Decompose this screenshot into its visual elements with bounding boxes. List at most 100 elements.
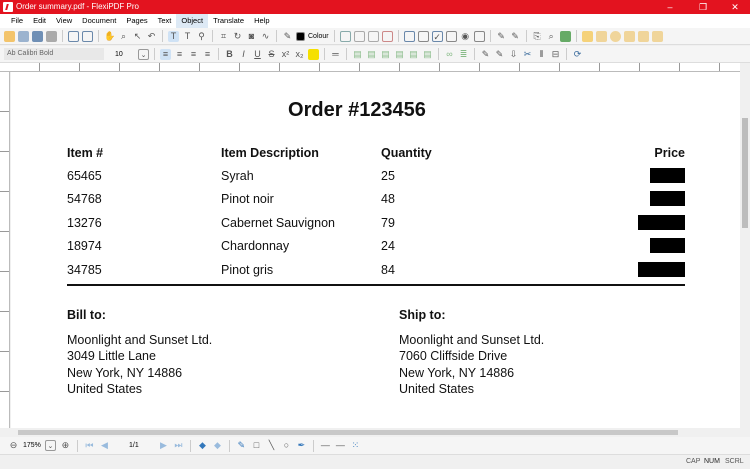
justify-icon[interactable]: ≡: [202, 49, 213, 60]
colour-button[interactable]: Colour: [308, 33, 329, 40]
arrange5-icon[interactable]: ▤: [408, 49, 419, 60]
vertical-scrollbar[interactable]: [740, 63, 750, 428]
eyedropper-icon[interactable]: ✎: [282, 31, 293, 42]
combo-icon[interactable]: [445, 30, 457, 42]
menu-file[interactable]: File: [6, 14, 28, 28]
rotate-icon[interactable]: ↻: [232, 31, 243, 42]
stamp-icon[interactable]: [623, 30, 635, 42]
font-size-dropdown-icon[interactable]: ⌄: [138, 48, 149, 60]
undo-icon[interactable]: ↶: [146, 31, 157, 42]
arrange6-icon[interactable]: ▤: [422, 49, 433, 60]
scrollbar-thumb[interactable]: [742, 118, 748, 228]
note2-icon[interactable]: [595, 30, 607, 42]
close-button[interactable]: ✕: [720, 0, 750, 14]
save-icon[interactable]: [18, 30, 29, 42]
strikethrough-icon[interactable]: S: [266, 49, 277, 60]
menu-object[interactable]: Object: [176, 14, 209, 28]
menu-view[interactable]: View: [51, 14, 77, 28]
italic-icon[interactable]: I: [238, 49, 249, 60]
page-icon[interactable]: [339, 30, 351, 42]
arrange3-icon[interactable]: ▤: [380, 49, 391, 60]
zoom-in-icon[interactable]: ⊕: [60, 440, 71, 451]
attach-icon[interactable]: [637, 30, 649, 42]
sign-icon[interactable]: ✎: [496, 31, 507, 42]
distribute-icon[interactable]: ⫴: [536, 49, 547, 60]
back-icon[interactable]: ◆: [197, 440, 208, 451]
zoom-dropdown-icon[interactable]: ⌄: [44, 440, 56, 451]
hand-icon[interactable]: ✋: [104, 31, 115, 42]
image-icon[interactable]: [559, 30, 571, 42]
underline-icon[interactable]: U: [252, 49, 263, 60]
horizontal-scrollbar[interactable]: [0, 428, 740, 437]
highlight-icon[interactable]: [308, 48, 319, 60]
list-icon[interactable]: [473, 30, 485, 42]
pencil-icon[interactable]: ✎: [236, 440, 247, 451]
menu-edit[interactable]: Edit: [28, 14, 51, 28]
edit-text2-icon[interactable]: ✎: [494, 49, 505, 60]
menu-translate[interactable]: Translate: [208, 14, 249, 28]
zoom-icon[interactable]: ⌕: [118, 31, 129, 42]
radio-icon[interactable]: ◉: [460, 31, 471, 42]
compare-icon[interactable]: ⎘: [532, 31, 543, 42]
next-page-icon[interactable]: ▶: [158, 440, 169, 451]
page-number[interactable]: 1/1: [114, 442, 154, 449]
delete-page-icon[interactable]: [381, 30, 393, 42]
add-text-icon[interactable]: T: [182, 31, 193, 42]
select-icon[interactable]: ↖: [132, 31, 143, 42]
restore-button[interactable]: ❐: [688, 0, 718, 14]
view-icon[interactable]: [68, 30, 79, 42]
path-icon[interactable]: ∿: [260, 31, 271, 42]
pen-annot-icon[interactable]: [651, 30, 663, 42]
ellipse-icon[interactable]: ○: [281, 440, 292, 451]
search-icon[interactable]: ⌕: [546, 31, 557, 42]
prev-page-icon[interactable]: ◀: [99, 440, 110, 451]
group-icon[interactable]: ∞: [444, 49, 455, 60]
save-as-icon[interactable]: [32, 30, 43, 42]
last-page-icon[interactable]: ⏭: [173, 440, 184, 451]
camera-icon[interactable]: ◙: [246, 31, 257, 42]
first-page-icon[interactable]: ⏮: [84, 440, 95, 451]
line-width-icon[interactable]: —: [320, 440, 331, 451]
arrange2-icon[interactable]: ▤: [366, 49, 377, 60]
menu-text[interactable]: Text: [153, 14, 177, 28]
button-field-icon[interactable]: [417, 30, 429, 42]
text-field-icon[interactable]: [403, 30, 415, 42]
pen-icon[interactable]: ✒: [296, 440, 307, 451]
refresh-icon[interactable]: ⟳: [572, 49, 583, 60]
checkbox-icon[interactable]: ✓: [431, 30, 443, 42]
text-tool-icon[interactable]: T: [168, 30, 179, 42]
font-name-input[interactable]: Ab Calibri Bold: [4, 48, 104, 60]
distribute2-icon[interactable]: ⊟: [550, 49, 561, 60]
layout-icon[interactable]: [82, 30, 93, 42]
zoom-out-icon[interactable]: ⊖: [8, 440, 19, 451]
minimize-button[interactable]: –: [655, 0, 685, 14]
menu-help[interactable]: Help: [249, 14, 274, 28]
bold-icon[interactable]: B: [224, 49, 235, 60]
arrange4-icon[interactable]: ▤: [394, 49, 405, 60]
menu-document[interactable]: Document: [77, 14, 121, 28]
font-size-input[interactable]: 10: [115, 51, 135, 58]
colour-swatch-icon[interactable]: [296, 31, 305, 41]
sign2-icon[interactable]: ✎: [510, 31, 521, 42]
new-page-icon[interactable]: [353, 30, 365, 42]
align-center-icon[interactable]: ≡: [174, 49, 185, 60]
rectangle-icon[interactable]: □: [251, 440, 262, 451]
crop-icon[interactable]: ⌗: [218, 31, 229, 42]
line-icon[interactable]: ╲: [266, 440, 277, 451]
line-dash-icon[interactable]: —: [335, 440, 346, 451]
menu-pages[interactable]: Pages: [121, 14, 152, 28]
scissor-icon[interactable]: ✂: [522, 49, 533, 60]
grid-icon[interactable]: ⁙: [350, 440, 361, 451]
align-left-icon[interactable]: ≡: [160, 48, 171, 60]
superscript-icon[interactable]: x²: [280, 49, 291, 60]
open-icon[interactable]: [4, 30, 15, 42]
comment-icon[interactable]: [609, 30, 621, 42]
zoom-level[interactable]: 175%: [23, 442, 41, 449]
align-right-icon[interactable]: ≡: [188, 49, 199, 60]
arrange-icon[interactable]: ▤: [352, 49, 363, 60]
download-icon[interactable]: ⇩: [508, 49, 519, 60]
ungroup-icon[interactable]: ≣: [458, 49, 469, 60]
edit-text-icon[interactable]: ✎: [480, 49, 491, 60]
forward-icon[interactable]: ◆: [212, 440, 223, 451]
link-icon[interactable]: ⚲: [196, 31, 207, 42]
